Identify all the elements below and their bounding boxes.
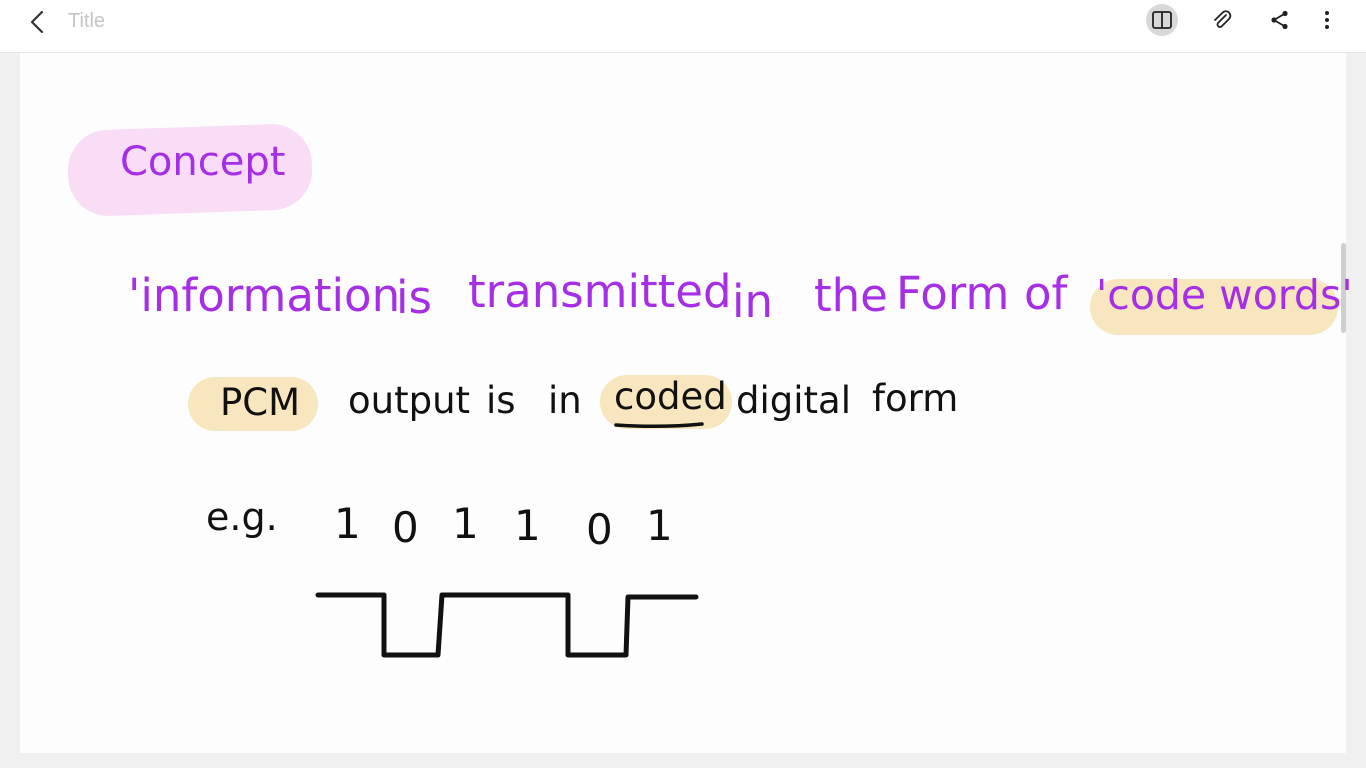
bit-1: 1 — [334, 499, 361, 548]
line2-word-form: form — [872, 377, 959, 420]
heading-concept: Concept — [120, 139, 286, 185]
line2-word-digital: digital — [736, 379, 851, 422]
bit-2: 0 — [392, 503, 419, 552]
page-title[interactable]: Title — [68, 10, 105, 33]
line1-word-the: the — [814, 269, 888, 322]
bit-6: 1 — [646, 501, 673, 550]
more-options-button[interactable] — [1311, 4, 1343, 36]
more-vertical-icon — [1325, 11, 1329, 29]
chevron-left-icon — [30, 10, 44, 34]
reading-mode-button[interactable] — [1146, 4, 1178, 36]
bit-5: 0 — [586, 505, 613, 554]
top-toolbar: Title — [0, 0, 1366, 53]
attachment-icon — [1214, 10, 1232, 28]
bit-4: 1 — [514, 501, 541, 550]
note-canvas[interactable]: Concept 'information is transmitted in t… — [20, 53, 1353, 753]
line1-word-transmitted: transmitted — [468, 265, 732, 318]
line2-word-in: in — [548, 379, 582, 422]
example-label: e.g. — [206, 495, 278, 539]
line2-pcm: PCM — [220, 381, 301, 424]
share-button[interactable] — [1264, 4, 1296, 36]
back-button[interactable] — [24, 8, 52, 36]
line1-word-in: in — [732, 275, 774, 328]
line2-word-is: is — [486, 379, 516, 422]
line1-code-words: 'code words' — [1096, 271, 1353, 319]
share-icon — [1271, 10, 1288, 30]
digital-waveform-drawing — [315, 592, 699, 658]
line1-word-of: of — [1024, 267, 1068, 320]
line1-word-form: Form — [896, 267, 1010, 320]
bit-3: 1 — [452, 499, 479, 548]
line2-coded: coded — [614, 375, 727, 418]
line1-word-information: 'information — [128, 269, 401, 322]
book-icon — [1152, 11, 1172, 29]
coded-underline — [614, 422, 704, 429]
line2-word-output: output — [348, 379, 471, 422]
attach-button[interactable] — [1206, 4, 1238, 36]
line1-word-is: is — [396, 271, 432, 324]
